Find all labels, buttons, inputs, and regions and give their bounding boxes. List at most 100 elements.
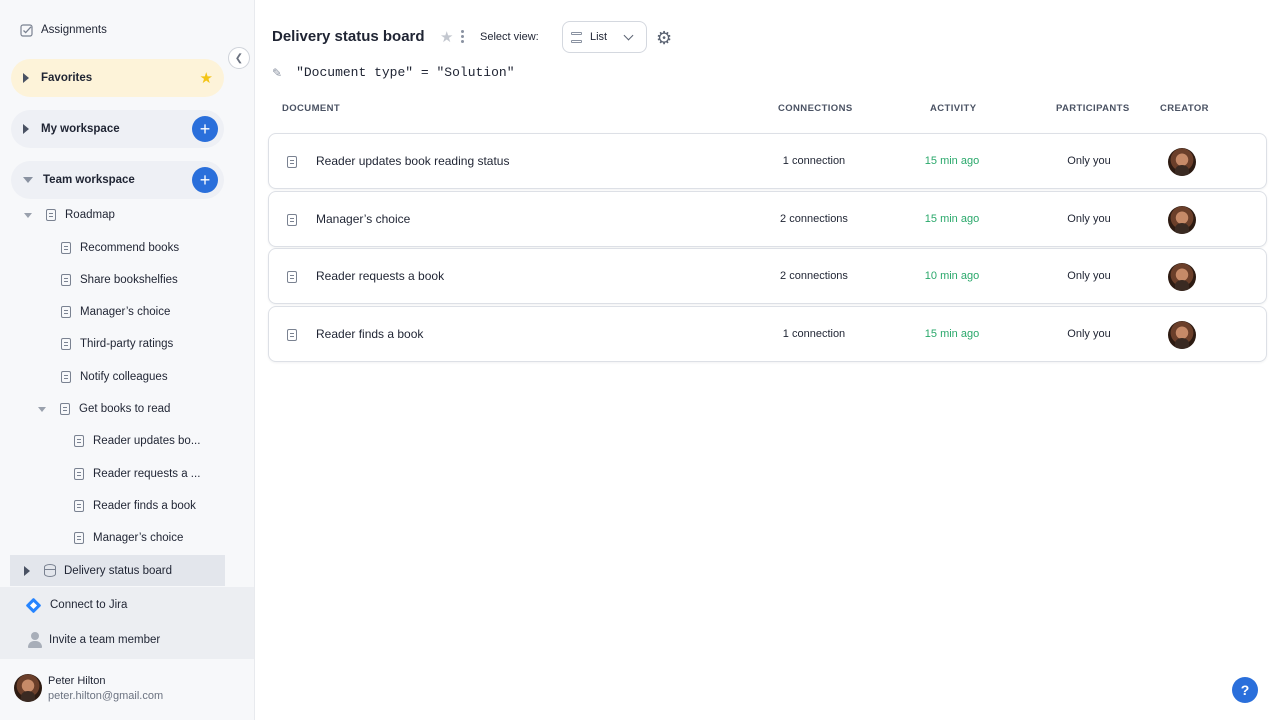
tree-item[interactable]: Notify colleagues xyxy=(61,367,168,387)
add-to-my-workspace-button[interactable]: + xyxy=(192,116,218,142)
document-icon xyxy=(74,435,84,447)
avatar xyxy=(14,674,42,702)
star-icon: ★ xyxy=(199,70,213,87)
row-activity: 15 min ago xyxy=(924,155,980,167)
tree-item[interactable]: Manager’s choice xyxy=(61,302,170,322)
row-document-name: Reader updates book reading status xyxy=(316,154,510,168)
plus-icon: + xyxy=(199,170,211,190)
view-select-value: List xyxy=(590,31,608,43)
document-icon xyxy=(287,329,297,341)
tree-item-get-books[interactable]: Get books to read xyxy=(38,399,170,419)
table-row[interactable]: Manager’s choice 2 connections 15 min ag… xyxy=(268,191,1267,247)
document-icon xyxy=(74,532,84,544)
creator-avatar xyxy=(1168,206,1196,234)
creator-avatar xyxy=(1168,263,1196,291)
connect-jira-label: Connect to Jira xyxy=(50,599,128,611)
tree-item[interactable]: Reader requests a ... xyxy=(74,464,200,484)
row-document-name: Manager’s choice xyxy=(316,212,411,226)
creator-avatar xyxy=(1168,148,1196,176)
document-icon xyxy=(287,214,297,226)
user-name: Peter Hilton xyxy=(48,674,106,687)
tree-item-label: Reader finds a book xyxy=(93,500,196,512)
tree-item-label: Reader requests a ... xyxy=(93,468,201,480)
database-icon xyxy=(44,564,56,577)
connect-jira-link[interactable]: Connect to Jira xyxy=(25,595,128,615)
more-options-icon[interactable] xyxy=(461,30,464,43)
document-icon xyxy=(74,500,84,512)
column-header-connections: CONNECTIONS xyxy=(778,103,853,114)
row-connections: 2 connections xyxy=(780,270,848,282)
column-header-creator: CREATOR xyxy=(1160,103,1209,114)
section-label: Favorites xyxy=(41,72,93,84)
pencil-icon[interactable]: ✎ xyxy=(272,66,282,80)
document-icon xyxy=(61,338,71,350)
tree-item[interactable]: Share bookshelfies xyxy=(61,270,178,290)
sidebar-section-my-workspace[interactable]: My workspace + xyxy=(11,110,224,148)
tree-item-label: Manager’s choice xyxy=(80,306,171,318)
tree-item[interactable]: Manager’s choice xyxy=(74,528,183,548)
row-document-name: Reader requests a book xyxy=(316,269,445,283)
row-participants: Only you xyxy=(1067,213,1111,225)
tree-item-label: Manager’s choice xyxy=(93,532,184,544)
section-label: Team workspace xyxy=(43,174,135,186)
document-icon xyxy=(287,156,297,168)
row-participants: Only you xyxy=(1067,270,1111,282)
caret-right-icon xyxy=(23,73,29,83)
document-icon xyxy=(61,371,71,383)
section-label: My workspace xyxy=(41,123,120,135)
tree-item-label: Recommend books xyxy=(80,242,180,254)
tree-item-roadmap[interactable]: Roadmap xyxy=(24,205,115,225)
favorite-star-icon[interactable]: ★ xyxy=(440,28,453,46)
sidebar: Assignments ❮ Favorites ★ My workspace +… xyxy=(0,0,255,720)
caret-right-icon xyxy=(23,124,29,134)
document-icon xyxy=(74,468,84,480)
document-icon xyxy=(61,306,71,318)
caret-down-icon xyxy=(38,406,46,412)
add-to-team-workspace-button[interactable]: + xyxy=(192,167,218,193)
help-button[interactable]: ? xyxy=(1232,677,1258,703)
view-select[interactable]: List xyxy=(562,21,647,53)
invite-member-link[interactable]: Invite a team member xyxy=(28,630,160,650)
caret-right-icon xyxy=(24,565,30,576)
row-connections: 2 connections xyxy=(780,213,848,225)
user-email: peter.hilton@gmail.com xyxy=(48,689,164,702)
sidebar-item-label: Assignments xyxy=(41,24,107,36)
chevron-left-icon: ❮ xyxy=(234,52,244,64)
list-view-icon xyxy=(571,31,582,43)
creator-avatar xyxy=(1168,321,1196,349)
tree-item-label: Roadmap xyxy=(65,209,115,221)
document-icon xyxy=(61,274,71,286)
sidebar-item-label: Delivery status board xyxy=(64,564,173,577)
sidebar-footer-actions: Connect to Jira Invite a team member xyxy=(0,587,254,659)
user-profile[interactable]: Peter Hilton peter.hilton@gmail.com xyxy=(14,674,163,702)
tree-item-label: Get books to read xyxy=(79,403,171,415)
filter-bar[interactable]: ✎ "Document type" = "Solution" xyxy=(272,65,515,80)
row-activity: 15 min ago xyxy=(924,328,980,340)
sidebar-section-favorites[interactable]: Favorites ★ xyxy=(11,59,224,97)
tree-item[interactable]: Reader finds a book xyxy=(74,496,196,516)
tree-item[interactable]: Reader updates bo... xyxy=(74,431,200,451)
page-title: Delivery status board xyxy=(272,28,425,45)
document-icon xyxy=(60,403,70,415)
table-row[interactable]: Reader finds a book 1 connection 15 min … xyxy=(268,306,1267,362)
jira-icon xyxy=(25,597,42,613)
row-connections: 1 connection xyxy=(782,155,846,167)
row-activity: 10 min ago xyxy=(924,270,980,282)
checkbox-icon xyxy=(20,23,33,37)
tree-item-label: Notify colleagues xyxy=(80,371,168,383)
row-document-name: Reader finds a book xyxy=(316,327,424,341)
table-row[interactable]: Reader requests a book 2 connections 10 … xyxy=(268,248,1267,304)
sidebar-item-delivery-board[interactable]: Delivery status board xyxy=(10,555,225,586)
tree-item-label: Share bookshelfies xyxy=(80,274,178,286)
tree-item-label: Third-party ratings xyxy=(80,338,174,350)
sidebar-section-team-workspace[interactable]: Team workspace + xyxy=(11,161,224,199)
row-participants: Only you xyxy=(1067,155,1111,167)
tree-item[interactable]: Third-party ratings xyxy=(61,334,173,354)
document-icon xyxy=(287,271,297,283)
sidebar-item-assignments[interactable]: Assignments xyxy=(20,20,107,40)
collapse-sidebar-button[interactable]: ❮ xyxy=(228,47,250,69)
gear-icon[interactable]: ⚙ xyxy=(656,29,672,47)
document-icon xyxy=(61,242,71,254)
tree-item[interactable]: Recommend books xyxy=(61,238,179,258)
table-row[interactable]: Reader updates book reading status 1 con… xyxy=(268,133,1267,189)
